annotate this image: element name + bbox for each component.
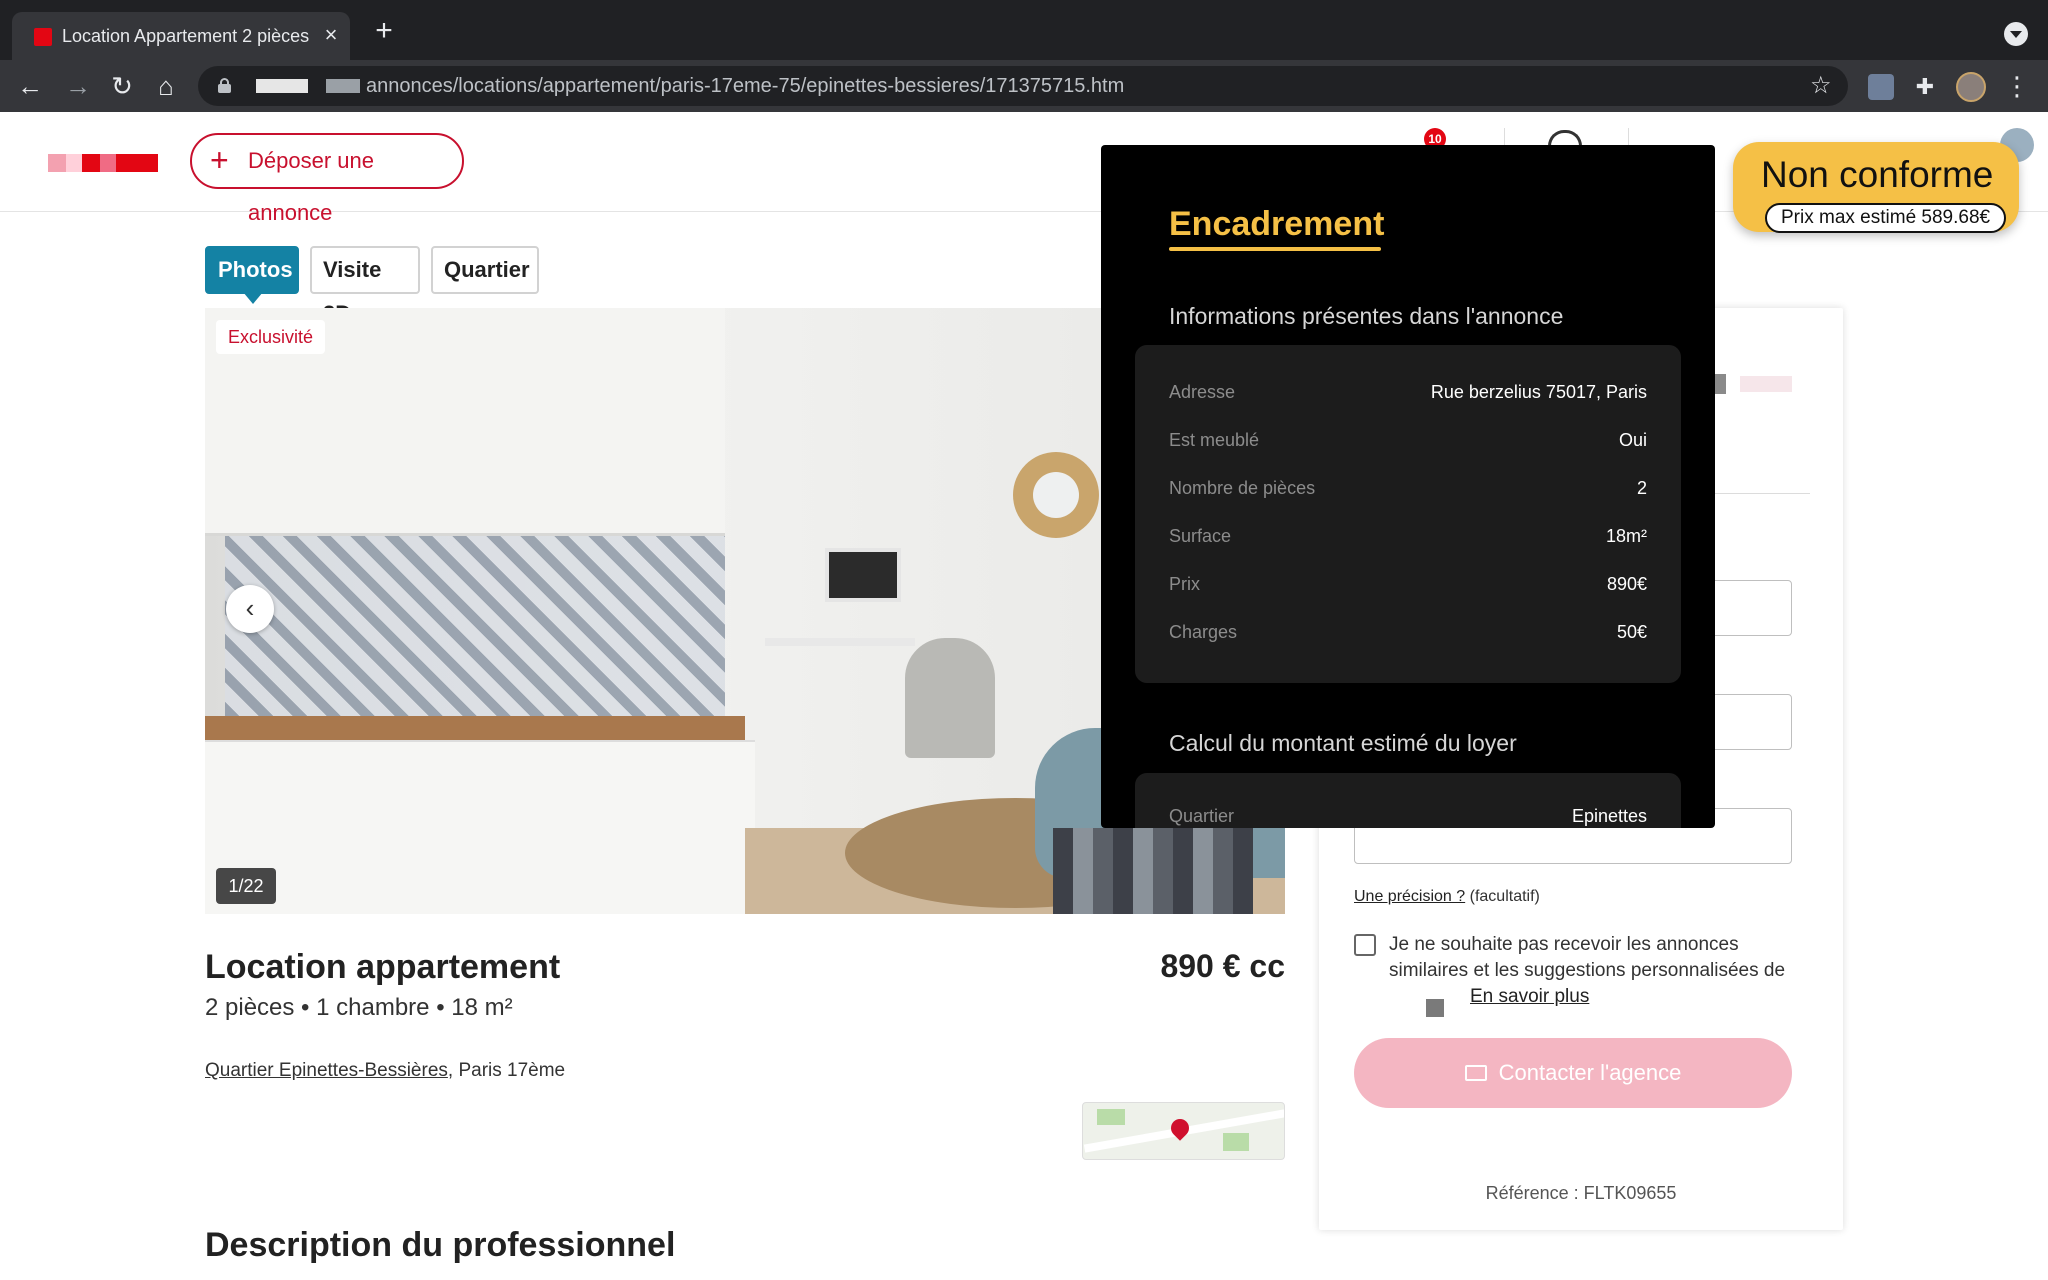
tab-title: Location Appartement 2 pièces xyxy=(62,26,310,46)
browser-tab[interactable]: Location Appartement 2 pièces × xyxy=(12,12,350,60)
precision-optional: (facultatif) xyxy=(1465,888,1540,905)
deposit-ad-label: Déposer une annonce xyxy=(248,148,374,225)
info-key: Prix xyxy=(1169,574,1200,594)
info-box: Adresse Rue berzelius 75017, Paris Est me… xyxy=(1135,345,1681,683)
calc-heading: Calcul du montant estimé du loyer xyxy=(1169,730,1517,756)
profile-avatar[interactable] xyxy=(1956,72,1986,102)
learn-more-link[interactable]: En savoir plus xyxy=(1470,986,1589,1008)
tab-search-button[interactable] xyxy=(2004,22,2028,46)
info-key: Est meublé xyxy=(1169,430,1260,450)
redacted-logo xyxy=(1740,376,1792,392)
redacted-text xyxy=(1426,999,1444,1017)
divider xyxy=(1710,493,1810,494)
info-row-address: Adresse Rue berzelius 75017, Paris xyxy=(1169,377,1647,407)
info-heading: Informations présentes dans l'annonce xyxy=(1169,303,1564,329)
precision-link[interactable]: Une précision ? xyxy=(1354,888,1465,905)
browser-toolbar: ← → ↻ ⌂ annonces/locations/appartement/p… xyxy=(0,60,2048,112)
exclusivity-badge: Exclusivité xyxy=(216,320,326,354)
district-link[interactable]: Quartier Epinettes-Bessières xyxy=(205,1060,448,1081)
info-key: Nombre de pièces xyxy=(1169,478,1316,498)
calc-box: Quartier Epinettes xyxy=(1135,773,1681,828)
info-key: Charges xyxy=(1169,622,1238,642)
back-button[interactable]: ← xyxy=(14,70,46,102)
info-row-charges: Charges 50€ xyxy=(1169,617,1647,647)
calc-key: Quartier xyxy=(1169,806,1235,826)
optout-checkbox[interactable] xyxy=(1354,934,1376,956)
mail-icon xyxy=(1464,1065,1487,1081)
listing-address: Quartier Epinettes-Bessières, Paris 17èm… xyxy=(205,1060,565,1082)
info-row-furnished: Est meublé Oui xyxy=(1169,425,1647,455)
info-row-rooms: Nombre de pièces 2 xyxy=(1169,473,1647,503)
home-button[interactable]: ⌂ xyxy=(150,70,182,102)
info-row-surface: Surface 18m² xyxy=(1169,521,1647,551)
listing-title: Location appartement xyxy=(205,948,561,986)
info-value: 2 xyxy=(1636,478,1647,498)
info-value: Rue berzelius 75017, Paris xyxy=(1430,382,1647,402)
forward-button[interactable]: → xyxy=(62,70,94,102)
description-heading: Description du professionnel xyxy=(205,1226,676,1264)
info-value: 890€ xyxy=(1606,574,1647,594)
puzzle-extensions-icon[interactable]: ✚ xyxy=(1912,74,1938,100)
encadrement-title: Encadrement xyxy=(1169,205,1385,243)
tab-bar: Location Appartement 2 pièces × + xyxy=(0,0,2048,60)
photo-counter: 1/22 xyxy=(216,868,276,904)
address-bar[interactable]: annonces/locations/appartement/paris-17e… xyxy=(198,66,1848,106)
info-row-price: Prix 890€ xyxy=(1169,569,1647,599)
listing-features: 2 pièces • 1 chambre • 18 m² xyxy=(205,994,513,1021)
browser-window: Location Appartement 2 pièces × + ← → ↻ … xyxy=(0,0,2048,1280)
contact-agency-button[interactable]: Contacter l'agence xyxy=(1354,1038,1792,1108)
encadrement-panel: Encadrement Informations présentes dans … xyxy=(1101,145,1715,828)
plus-icon: + xyxy=(210,142,229,178)
bookmark-star-icon[interactable]: ☆ xyxy=(1810,72,1832,100)
info-value: 18m² xyxy=(1605,526,1647,546)
reload-button[interactable]: ↻ xyxy=(106,70,138,102)
tab-photos[interactable]: Photos xyxy=(205,246,299,304)
favicon-icon xyxy=(34,28,52,46)
extension-icon[interactable] xyxy=(1868,74,1894,100)
redacted-domain xyxy=(256,79,308,93)
tab-visite-3d[interactable]: Visite 3D xyxy=(310,246,420,326)
browser-menu-icon[interactable]: ⋮ xyxy=(2004,72,2030,102)
url-text: annonces/locations/appartement/paris-17e… xyxy=(366,75,1125,97)
redacted-area xyxy=(1053,828,1253,914)
info-value: 50€ xyxy=(1616,622,1647,642)
new-tab-button[interactable]: + xyxy=(370,16,398,46)
info-value: Oui xyxy=(1618,430,1647,450)
title-underline xyxy=(1169,247,1381,251)
city-text: , Paris 17ème xyxy=(447,1060,566,1081)
lock-icon xyxy=(218,78,231,93)
optout-label: Je ne souhaite pas recevoir les annonces… xyxy=(1389,934,1786,981)
info-key: Surface xyxy=(1169,526,1232,546)
tab-close-icon[interactable]: × xyxy=(318,22,344,48)
tab-quartier[interactable]: Quartier xyxy=(431,246,539,294)
info-key: Adresse xyxy=(1169,382,1236,402)
site-logo[interactable] xyxy=(48,154,158,172)
compliance-status: Non conforme xyxy=(1761,154,1994,195)
redacted-domain xyxy=(326,79,360,93)
contact-agency-label: Contacter l'agence xyxy=(1498,1060,1682,1085)
calc-value: Epinettes xyxy=(1571,806,1647,826)
precision-row: Une précision ? (facultatif) xyxy=(1354,888,1540,906)
deposit-ad-button[interactable]: + Déposer une annonce xyxy=(190,133,464,225)
listing-reference: Référence : FLTK09655 xyxy=(1485,1183,1677,1203)
calc-row-quartier: Quartier Epinettes xyxy=(1169,801,1647,828)
max-price-pill: Prix max estimé 589.68€ xyxy=(1765,203,2007,233)
map-thumbnail[interactable] xyxy=(1082,1102,1285,1160)
listing-price: 890 € cc xyxy=(1160,948,1285,984)
previous-photo-button[interactable]: ‹ xyxy=(226,585,274,633)
